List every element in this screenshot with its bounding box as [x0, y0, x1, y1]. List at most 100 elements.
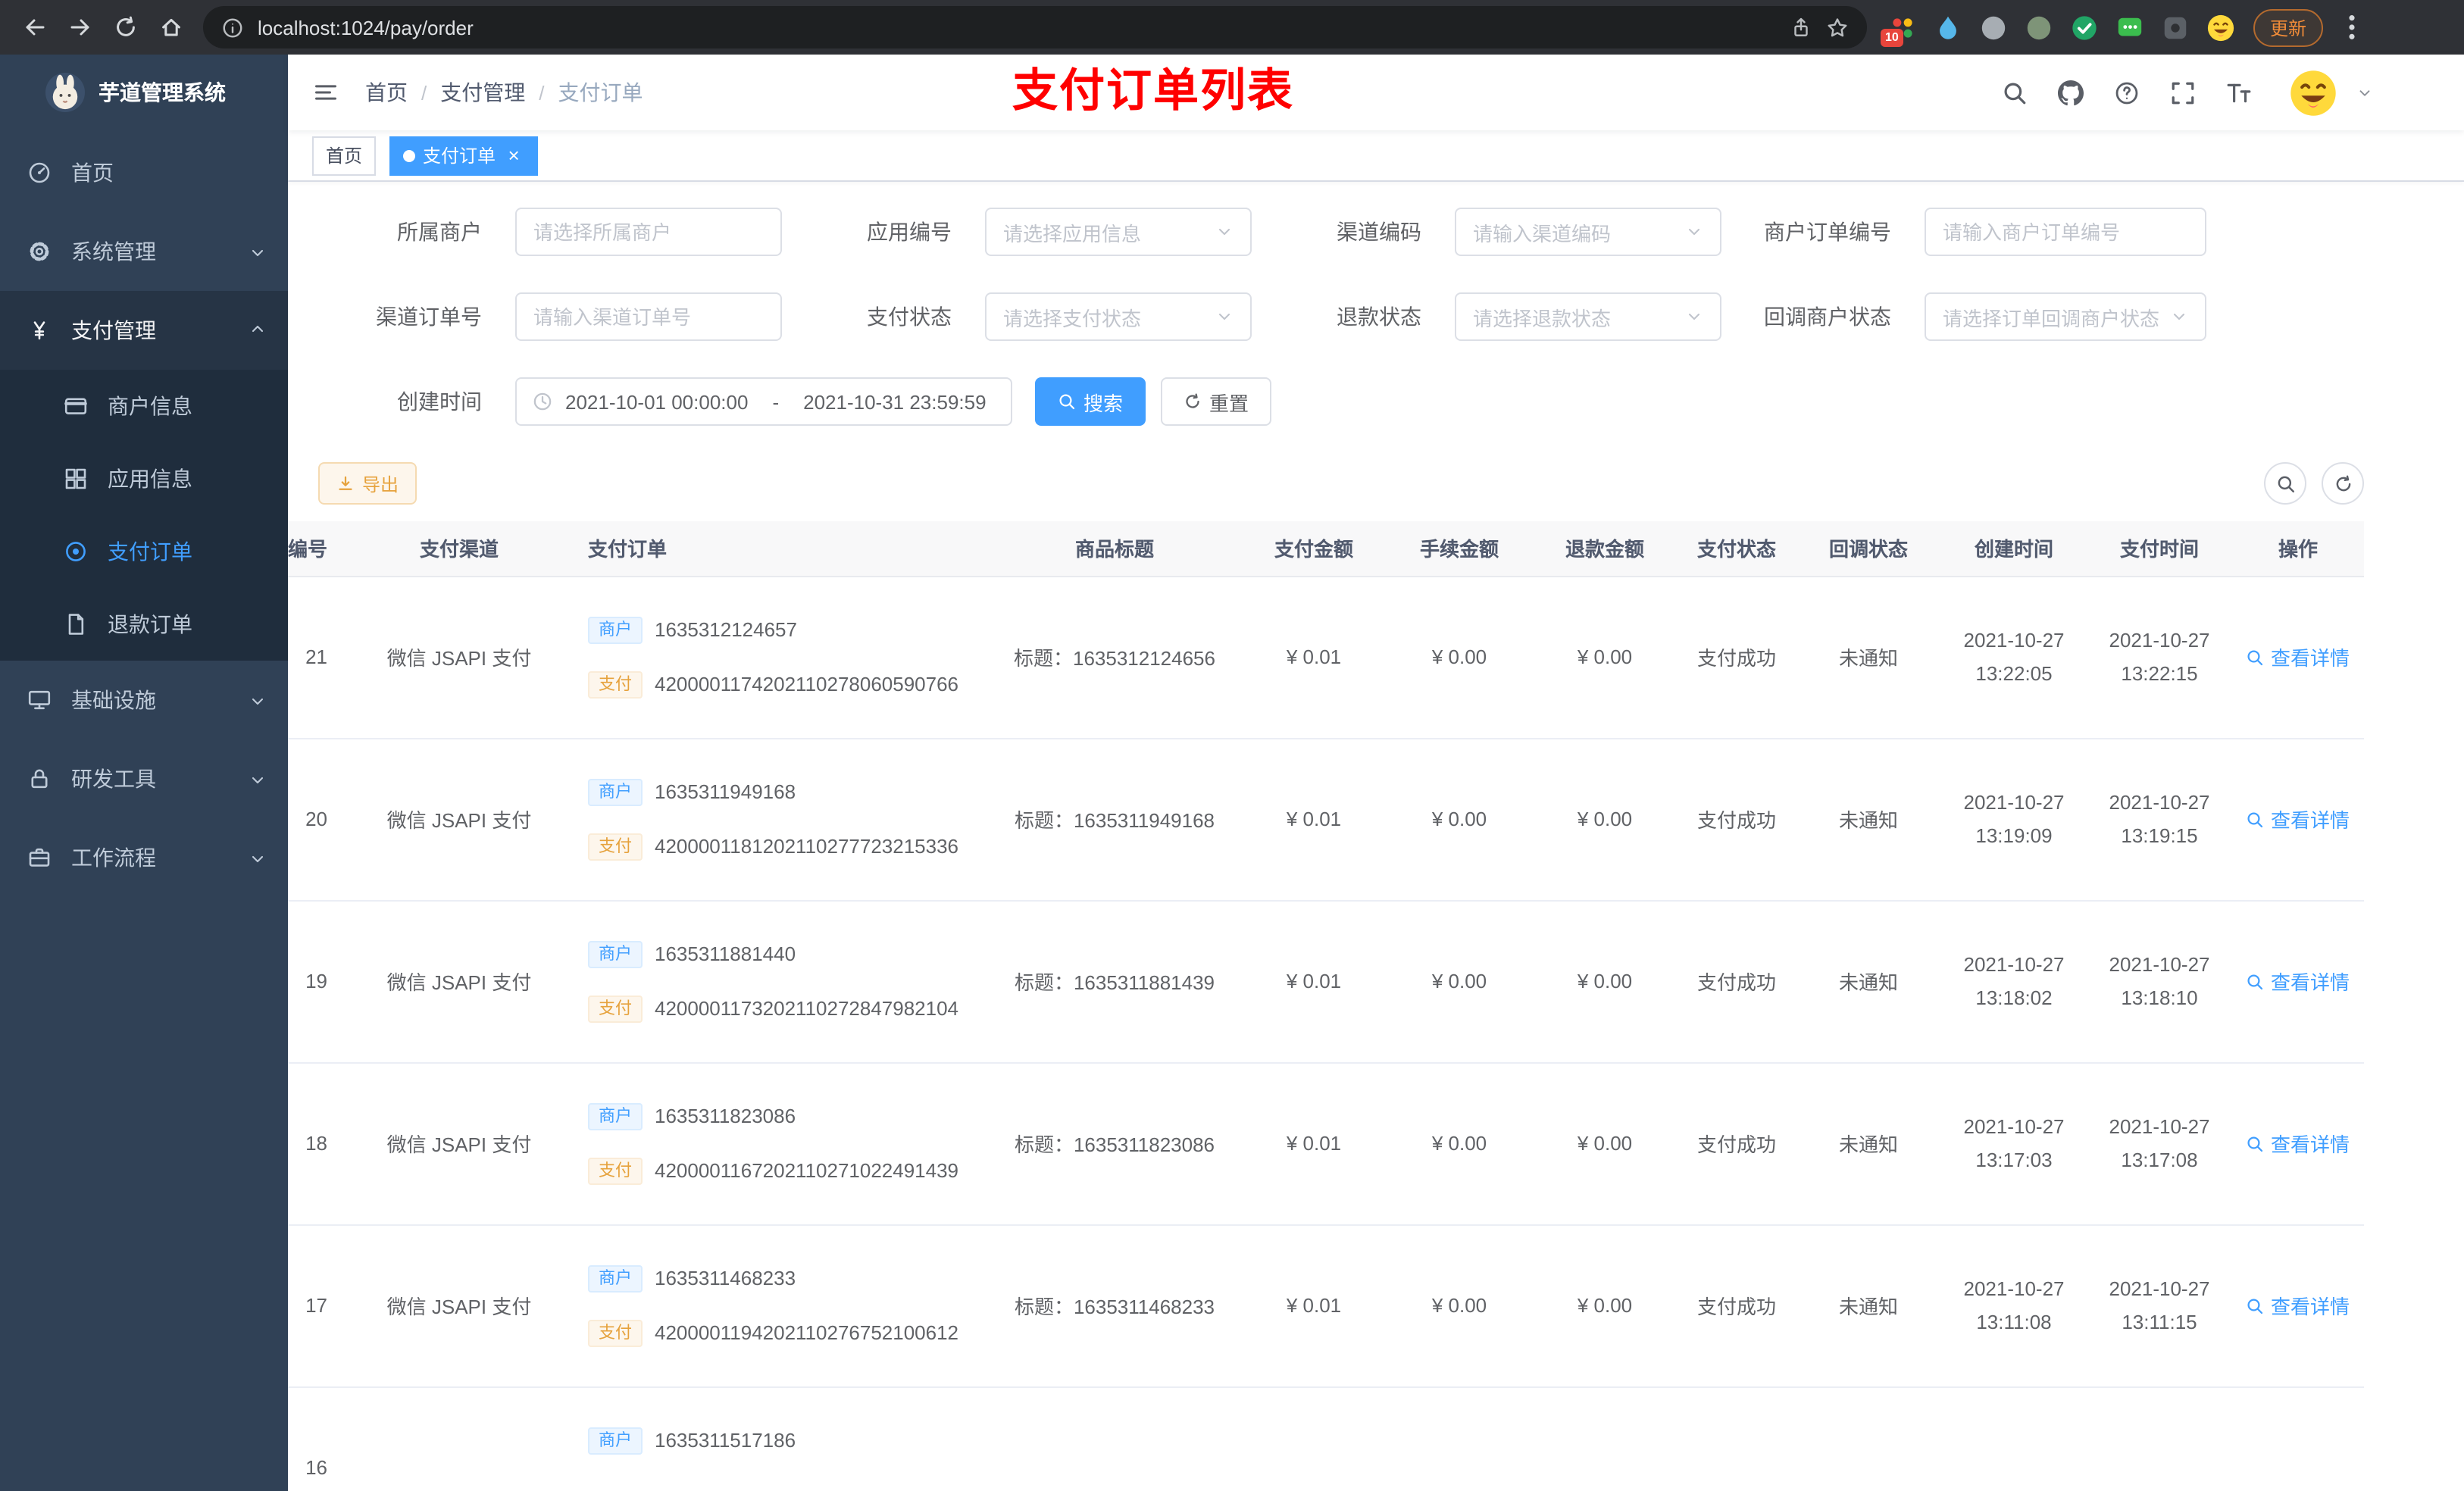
chevron-down-icon[interactable]	[2356, 84, 2373, 101]
column-header: 创建时间	[1941, 521, 2087, 577]
search-icon	[2247, 1296, 2265, 1314]
gray-extension-icon[interactable]	[1979, 13, 2008, 42]
back-arrow-icon	[23, 15, 47, 39]
cell-pay-time: 2021-10-27 13:19:15	[2087, 738, 2232, 901]
extension-badge: 10	[1881, 28, 1903, 46]
hamburger-icon[interactable]	[312, 80, 339, 105]
help-icon[interactable]	[2114, 80, 2140, 105]
view-detail-link[interactable]: 查看详情	[2247, 1291, 2350, 1320]
export-button[interactable]: 导出	[318, 462, 417, 505]
app-no-select[interactable]: 请选择应用信息	[985, 208, 1252, 256]
sidebar-item-system[interactable]: 系统管理	[0, 212, 288, 291]
emoji-extension-icon[interactable]	[2206, 13, 2235, 42]
back-button[interactable]	[15, 8, 55, 47]
font-size-icon[interactable]	[2226, 80, 2252, 105]
cell-status: 支付成功	[1678, 900, 1796, 1063]
tag-item[interactable]: 首页	[312, 136, 377, 175]
fullscreen-icon[interactable]	[2170, 80, 2196, 105]
sidebar-item-merchant-info[interactable]: 商户信息	[0, 370, 288, 442]
grid-extension-icon[interactable]: 10	[1881, 13, 1917, 46]
logo-image	[45, 73, 85, 112]
update-button[interactable]: 更新	[2253, 8, 2324, 46]
forward-button[interactable]	[61, 8, 100, 47]
orders-table-wrap: 编号 支付渠道 支付订单 商品标题 支付金额 手续金额 退款金额 支付状态 回调状态 创建时间 支付…	[288, 521, 2364, 1491]
chevron-down-icon	[1685, 308, 1703, 326]
callback-status-select[interactable]: 请选择订单回调商户状态	[1925, 292, 2206, 341]
table-row: 19 微信 JSAPI 支付 商户 1635311881440 支付 42000011…	[288, 900, 2364, 1063]
pay-tag: 支付	[588, 670, 643, 698]
sidebar-item-app-info[interactable]: 应用信息	[0, 442, 288, 515]
monitor-icon	[24, 688, 55, 712]
github-icon[interactable]	[2058, 80, 2084, 105]
channel-code-select[interactable]: 请输入渠道编码	[1455, 208, 1721, 256]
tag-item[interactable]: 支付订单 ×	[389, 136, 539, 175]
dark-extension-icon[interactable]	[2161, 13, 2190, 42]
check-extension-icon[interactable]	[2070, 13, 2099, 42]
address-bar[interactable]: localhost:1024/pay/order	[203, 6, 1867, 48]
sidebar-item-infrastructure[interactable]: 基础设施	[0, 661, 288, 739]
forward-arrow-icon	[68, 15, 92, 39]
sidebar-item-pay-order[interactable]: 支付订单	[0, 515, 288, 588]
breadcrumb-item: 支付订单	[558, 80, 643, 105]
view-detail-link[interactable]: 查看详情	[2247, 805, 2350, 833]
sidebar-item-payment[interactable]: 支付管理	[0, 291, 288, 370]
browser-chrome: localhost:1024/pay/order 10 更新	[0, 0, 2464, 55]
table-row: 16 商户 1635311517186	[288, 1386, 2364, 1491]
cell-fee	[1387, 1386, 1532, 1491]
search-icon[interactable]	[2002, 80, 2028, 105]
create-time-range-input[interactable]: 2021-10-01 00:00:00 - 2021-10-31 23:59:5…	[515, 377, 1012, 426]
bookmark-star-icon[interactable]	[1826, 16, 1849, 39]
chat-extension-icon[interactable]	[2115, 13, 2144, 42]
green-extension-icon[interactable]	[2025, 13, 2053, 42]
sidebar-item-home[interactable]: 首页	[0, 133, 288, 212]
briefcase-icon	[24, 846, 55, 870]
table-row: 21 微信 JSAPI 支付 商户 1635312124657 支付 42000011…	[288, 576, 2364, 739]
app-logo[interactable]: 芋道管理系统	[0, 55, 288, 130]
download-icon	[336, 474, 355, 492]
cell-status: 支付成功	[1678, 1062, 1796, 1225]
user-avatar[interactable]	[2288, 67, 2338, 117]
url-text: localhost:1024/pay/order	[258, 16, 474, 39]
reset-button[interactable]: 重置	[1161, 377, 1272, 426]
home-button[interactable]	[152, 8, 191, 47]
cell-actions: 查看详情	[2232, 1062, 2364, 1225]
cell-fee: ¥ 0.00	[1387, 738, 1532, 901]
merchant-order-no-input[interactable]	[1925, 208, 2206, 256]
channel-order-no-input[interactable]	[515, 292, 782, 341]
close-icon[interactable]: ×	[503, 145, 524, 166]
site-info-icon[interactable]	[221, 16, 244, 39]
reload-button[interactable]	[106, 8, 145, 47]
sidebar-item-label: 退款订单	[108, 612, 192, 636]
view-detail-link[interactable]: 查看详情	[2247, 642, 2350, 671]
cell-pay-time: 2021-10-27 13:18:10	[2087, 900, 2232, 1063]
drop-extension-icon[interactable]	[1934, 13, 1962, 42]
cell-status	[1678, 1386, 1796, 1491]
toggle-search-button[interactable]	[2264, 462, 2306, 505]
cell-create-time: 2021-10-27 13:17:03	[1941, 1062, 2087, 1225]
sidebar-item-refund-order[interactable]: 退款订单	[0, 588, 288, 661]
breadcrumb: 首页 / 支付管理 / 支付订单	[365, 77, 643, 108]
search-icon	[2247, 972, 2265, 990]
chevron-down-icon	[249, 242, 267, 261]
browser-menu-button[interactable]	[2335, 11, 2369, 44]
refund-status-select[interactable]: 请选择退款状态	[1455, 292, 1721, 341]
filter-field: 商户订单编号	[1728, 208, 2206, 256]
sidebar-item-dev-tools[interactable]: 研发工具	[0, 739, 288, 818]
view-detail-link[interactable]: 查看详情	[2247, 1129, 2350, 1158]
pay-status-select[interactable]: 请选择支付状态	[985, 292, 1252, 341]
search-button[interactable]: 搜索	[1035, 377, 1146, 426]
refresh-table-button[interactable]	[2322, 462, 2364, 505]
view-detail-link[interactable]: 查看详情	[2247, 967, 2350, 996]
breadcrumb-item[interactable]: 首页	[365, 77, 408, 108]
merchant-label: 所属商户	[397, 220, 482, 244]
breadcrumb-item[interactable]: 支付管理	[440, 77, 525, 108]
cell-channel	[342, 1386, 576, 1491]
cell-notify-status: 未通知	[1796, 576, 1941, 739]
cell-create-time: 2021-10-27 13:11:08	[1941, 1224, 2087, 1387]
chevron-down-icon	[249, 691, 267, 709]
sidebar-item-workflow[interactable]: 工作流程	[0, 818, 288, 897]
tag-label: 支付订单	[423, 145, 496, 167]
column-header: 手续金额	[1387, 521, 1532, 577]
merchant-input[interactable]	[515, 208, 782, 256]
share-icon[interactable]	[1790, 16, 1812, 39]
